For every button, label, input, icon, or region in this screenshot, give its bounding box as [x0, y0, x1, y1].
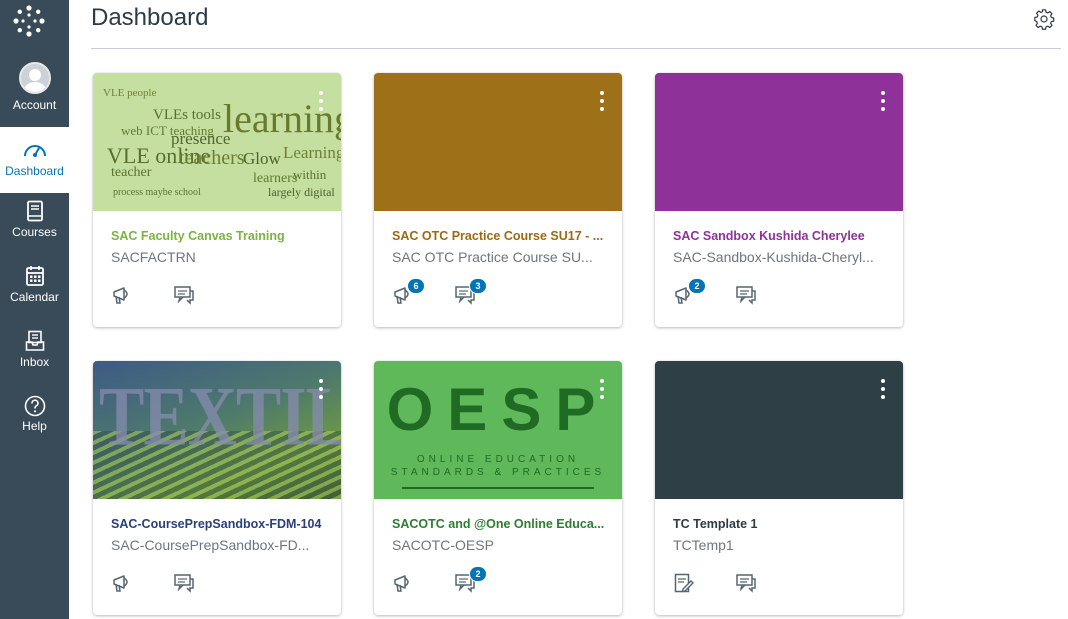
discussions-icon	[736, 574, 756, 593]
card-options-menu-icon[interactable]	[598, 91, 606, 115]
nav-calendar-label: Calendar	[10, 290, 59, 304]
hero-art: teacher	[111, 165, 152, 180]
card-action-icons: 6 3	[392, 278, 612, 311]
course-card-hero[interactable]: learning VLE online teachers Glow Learni…	[93, 73, 341, 211]
hero-art-text: TEXTILES	[99, 368, 341, 464]
discussions-link[interactable]: 3	[454, 278, 487, 307]
course-card[interactable]: TEXTILES SAC-CoursePrepSandbox-FDM-104 S…	[93, 361, 341, 615]
announcements-icon	[394, 575, 409, 592]
discussions-link[interactable]	[735, 569, 761, 595]
hero-art-rule	[402, 487, 594, 489]
canvas-logo-icon[interactable]	[12, 4, 46, 38]
card-action-icons: 2	[392, 566, 612, 599]
hero-art: within	[293, 167, 327, 182]
card-action-icons	[673, 569, 893, 599]
announcements-link[interactable]: 6	[392, 278, 425, 307]
hero-art: presence	[171, 129, 231, 148]
announcements-icon	[113, 575, 128, 592]
calendar-icon	[25, 266, 44, 286]
announcements-link[interactable]	[111, 569, 137, 595]
assignments-link[interactable]	[673, 569, 699, 595]
course-card[interactable]: OESP ONLINE EDUCATION STANDARDS & PRACTI…	[374, 361, 622, 615]
course-code: SAC OTC Practice Course SU...	[392, 249, 593, 265]
course-code: SACFACTRN	[111, 249, 196, 265]
inbox-icon	[25, 330, 44, 351]
help-icon	[24, 395, 45, 417]
nav-courses-label: Courses	[12, 225, 57, 239]
hero-art: teachers	[179, 147, 245, 169]
unread-count-badge: 2	[469, 566, 487, 582]
discussions-icon	[736, 286, 756, 305]
card-action-icons	[111, 281, 331, 311]
discussions-link[interactable]	[173, 569, 199, 595]
assignments-icon	[674, 573, 694, 593]
hero-art: Glow	[243, 149, 281, 168]
announcements-link[interactable]	[111, 281, 137, 307]
hero-art: process maybe school	[113, 187, 201, 198]
nav-calendar[interactable]: Calendar	[0, 265, 69, 315]
nav-account-label: Account	[12, 98, 57, 112]
course-code: SAC-CoursePrepSandbox-FD...	[111, 537, 310, 553]
card-options-menu-icon[interactable]	[879, 91, 887, 115]
course-card[interactable]: TC Template 1 TCTemp1	[655, 361, 903, 615]
nav-help-label: Help	[22, 419, 47, 433]
hero-art-subtext: ONLINE EDUCATION STANDARDS & PRACTICES	[390, 454, 606, 478]
card-action-icons	[111, 569, 331, 599]
dashboard-options-gear-icon[interactable]	[1033, 8, 1055, 30]
page-title: Dashboard	[91, 4, 209, 31]
unread-count-badge: 2	[688, 278, 706, 294]
hero-art: VLE people	[103, 87, 157, 99]
discussions-link[interactable]: 2	[454, 566, 487, 595]
avatar	[18, 62, 51, 94]
courses-icon	[26, 200, 43, 222]
announcements-link[interactable]: 2	[673, 278, 706, 307]
unread-count-badge: 3	[469, 278, 487, 294]
card-options-menu-icon[interactable]	[317, 91, 325, 115]
hero-art: Learning	[283, 143, 341, 162]
course-title-link[interactable]: TC Template 1	[673, 517, 888, 531]
discussions-icon	[174, 286, 194, 305]
course-code: SACOTC-OESP	[392, 537, 494, 553]
course-card[interactable]: SAC Sandbox Kushida Cherylee SAC-Sandbox…	[655, 73, 903, 327]
unread-count-badge: 6	[407, 278, 425, 294]
nav-dashboard-label: Dashboard	[5, 164, 64, 178]
discussions-icon	[174, 574, 194, 593]
course-card-hero[interactable]	[655, 361, 903, 499]
announcements-icon	[113, 287, 128, 304]
course-code: TCTemp1	[673, 537, 734, 553]
course-code: SAC-Sandbox-Kushida-Cheryl...	[673, 249, 874, 265]
card-options-menu-icon[interactable]	[879, 379, 887, 403]
discussions-link[interactable]	[735, 281, 761, 307]
course-title-link[interactable]: SAC Faculty Canvas Training	[111, 229, 326, 243]
global-navigation: Account Dashboard Courses Calendar Inbox…	[0, 0, 69, 619]
course-title-link[interactable]: SAC-CoursePrepSandbox-FDM-104	[111, 517, 326, 531]
nav-account[interactable]: Account	[0, 62, 69, 120]
card-action-icons: 2	[673, 278, 893, 311]
hero-art-text: OESP	[386, 376, 610, 443]
nav-courses[interactable]: Courses	[0, 200, 69, 250]
course-card[interactable]: SAC OTC Practice Course SU17 - ... SAC O…	[374, 73, 622, 327]
hero-art: VLEs tools	[153, 107, 221, 123]
course-card-hero[interactable]: OESP ONLINE EDUCATION STANDARDS & PRACTI…	[374, 361, 622, 499]
nav-help[interactable]: Help	[0, 395, 69, 445]
course-card-hero[interactable]: TEXTILES	[93, 361, 341, 499]
announcements-link[interactable]	[392, 569, 418, 595]
header-divider	[91, 48, 1061, 49]
course-title-link[interactable]: SAC OTC Practice Course SU17 - ...	[392, 229, 607, 243]
course-card[interactable]: learning VLE online teachers Glow Learni…	[93, 73, 341, 327]
course-card-hero[interactable]	[374, 73, 622, 211]
card-options-menu-icon[interactable]	[598, 379, 606, 403]
card-options-menu-icon[interactable]	[317, 379, 325, 403]
course-title-link[interactable]: SACOTC and @One Online Educa...	[392, 517, 607, 531]
course-title-link[interactable]: SAC Sandbox Kushida Cherylee	[673, 229, 888, 243]
discussions-link[interactable]	[173, 281, 199, 307]
hero-art: largely digital	[268, 185, 335, 199]
nav-inbox-label: Inbox	[19, 355, 50, 369]
dashboard-icon	[23, 145, 46, 157]
nav-dashboard[interactable]: Dashboard	[0, 127, 69, 193]
nav-inbox[interactable]: Inbox	[0, 330, 69, 380]
course-card-hero[interactable]	[655, 73, 903, 211]
